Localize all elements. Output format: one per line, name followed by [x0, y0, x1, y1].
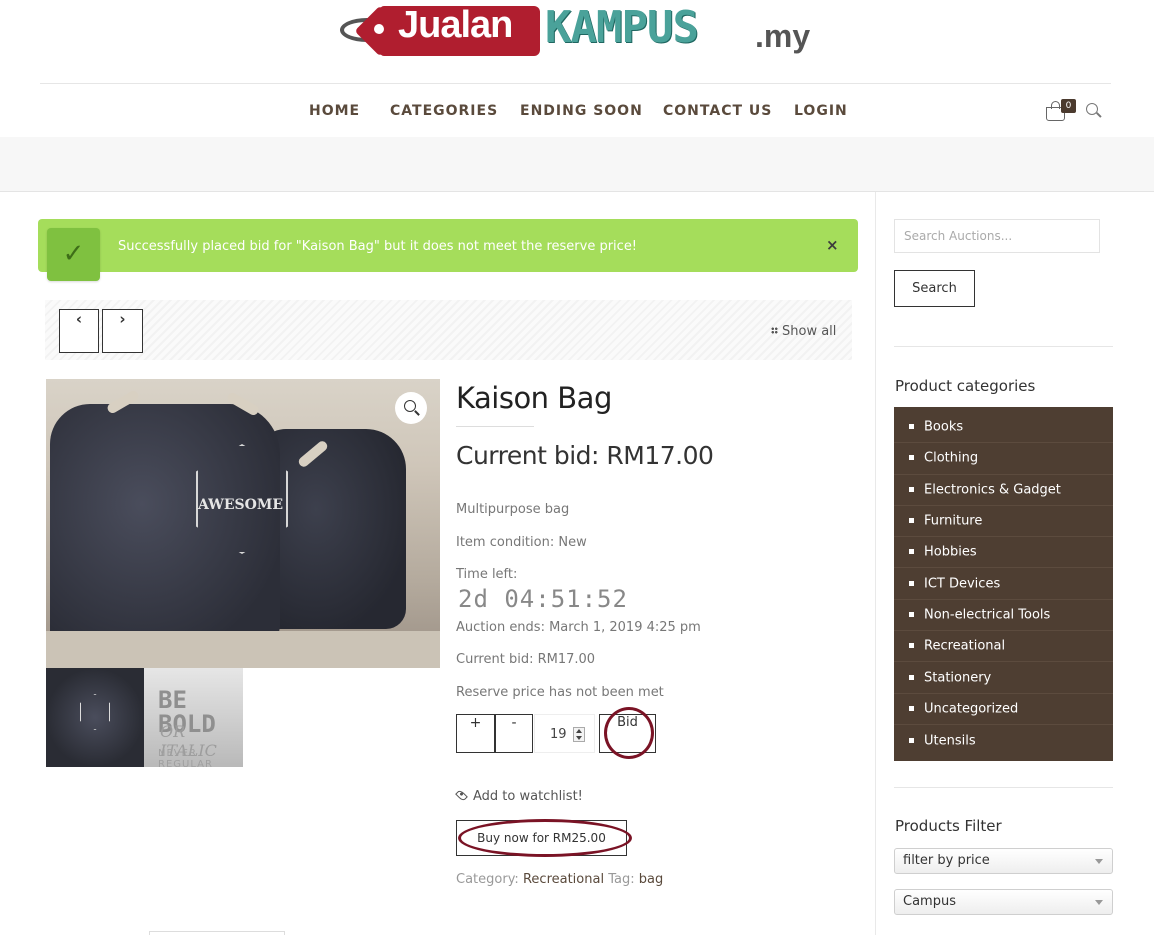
bid-amount-input[interactable]: 19 — [534, 714, 595, 753]
notice-message: Successfully placed bid for "Kaison Bag"… — [118, 239, 638, 254]
current-bid-text: Current bid: RM17.00 — [456, 652, 596, 667]
success-notice: ✓ Successfully placed bid for "Kaison Ba… — [38, 219, 858, 281]
time-left-label: Time left: — [456, 567, 518, 582]
increase-bid-button[interactable]: + — [456, 714, 495, 753]
spinner-arrows-icon[interactable] — [573, 727, 585, 742]
filter-price-select[interactable]: filter by price — [894, 848, 1113, 874]
bag-print-text: AWESOME — [198, 497, 284, 513]
logo-text-jualan: Jualan — [398, 4, 513, 46]
category-list: Books Clothing Electronics & Gadget Furn… — [894, 407, 1113, 761]
main-nav: HOME CATEGORIES ENDING SOON CONTACT US L… — [0, 103, 1154, 121]
product-navigation: ‹ › Show all — [45, 300, 852, 360]
sidebar-separator — [894, 346, 1113, 347]
sidebar-separator — [894, 787, 1113, 788]
next-product-button[interactable]: › — [102, 309, 143, 353]
auction-end-date: Auction ends: March 1, 2019 4:25 pm — [456, 620, 701, 635]
tag-hole — [374, 24, 384, 34]
title-divider — [456, 426, 534, 427]
product-title: Kaison Bag — [456, 381, 612, 415]
product-description: Multipurpose bag — [456, 502, 570, 517]
category-non-electrical-tools[interactable]: Non-electrical Tools — [894, 600, 1113, 632]
product-main-image[interactable]: AWESOME — [46, 379, 440, 668]
reserve-status: Reserve price has not been met — [456, 685, 664, 700]
category-link[interactable]: Recreational — [523, 872, 604, 887]
previous-product-button[interactable]: ‹ — [59, 309, 99, 353]
filter-campus-select[interactable]: Campus — [894, 889, 1113, 915]
category-stationery[interactable]: Stationery — [894, 662, 1113, 694]
zoom-icon[interactable] — [395, 392, 427, 424]
products-filter-title: Products Filter — [895, 817, 1002, 835]
thumbnail-2[interactable]: BE BOLD OR ITALIC NEVER REGULAR — [144, 668, 243, 767]
show-all-link[interactable]: Show all — [771, 324, 836, 339]
nav-login[interactable]: LOGIN — [794, 103, 848, 119]
thumbnail-1[interactable] — [46, 668, 144, 767]
category-electronics-gadget[interactable]: Electronics & Gadget — [894, 475, 1113, 506]
category-hobbies[interactable]: Hobbies — [894, 537, 1113, 569]
logo-text-domain: .my — [755, 18, 811, 54]
category-clothing[interactable]: Clothing — [894, 443, 1113, 475]
checkmark-icon: ✓ — [47, 228, 100, 281]
buy-now-button[interactable]: Buy now for RM25.00 — [456, 820, 627, 856]
close-icon[interactable]: × — [826, 236, 839, 254]
nav-categories[interactable]: CATEGORIES — [390, 103, 498, 119]
category-books[interactable]: Books — [894, 412, 1113, 444]
site-logo[interactable]: Jualan KAMPUS .my — [340, 2, 815, 58]
page-title-band — [0, 137, 1154, 192]
search-button[interactable]: Search — [894, 270, 975, 307]
sidebar-divider — [875, 192, 876, 935]
tag-link[interactable]: bag — [639, 872, 663, 887]
logo-text-kampus: KAMPUS — [545, 2, 699, 53]
current-bid-heading: Current bid: RM17.00 — [456, 441, 714, 470]
search-auctions-input[interactable] — [894, 219, 1100, 253]
bid-button[interactable]: Bid — [599, 714, 656, 753]
cart-count-badge: 0 — [1061, 99, 1076, 113]
category-ict-devices[interactable]: ICT Devices — [894, 569, 1113, 600]
decrease-bid-button[interactable]: - — [495, 714, 533, 753]
category-furniture[interactable]: Furniture — [894, 506, 1113, 538]
product-tabs[interactable] — [149, 931, 285, 935]
grid-icon — [771, 327, 778, 334]
category-recreational[interactable]: Recreational — [894, 631, 1113, 663]
add-to-watchlist-link[interactable]: Add to watchlist! — [455, 789, 583, 804]
category-utensils[interactable]: Utensils — [894, 725, 1113, 756]
search-icon[interactable] — [1086, 103, 1102, 119]
product-meta: Category: Recreational Tag: bag — [456, 872, 664, 887]
eye-icon — [455, 789, 468, 802]
product-categories-title: Product categories — [895, 377, 1036, 395]
category-uncategorized[interactable]: Uncategorized — [894, 694, 1113, 725]
countdown-timer: 2d 04:51:52 — [458, 585, 628, 613]
nav-contact-us[interactable]: CONTACT US — [663, 103, 772, 119]
nav-home[interactable]: HOME — [309, 103, 360, 119]
item-condition: Item condition: New — [456, 535, 587, 550]
header-divider — [40, 83, 1111, 84]
nav-ending-soon[interactable]: ENDING SOON — [520, 103, 643, 119]
